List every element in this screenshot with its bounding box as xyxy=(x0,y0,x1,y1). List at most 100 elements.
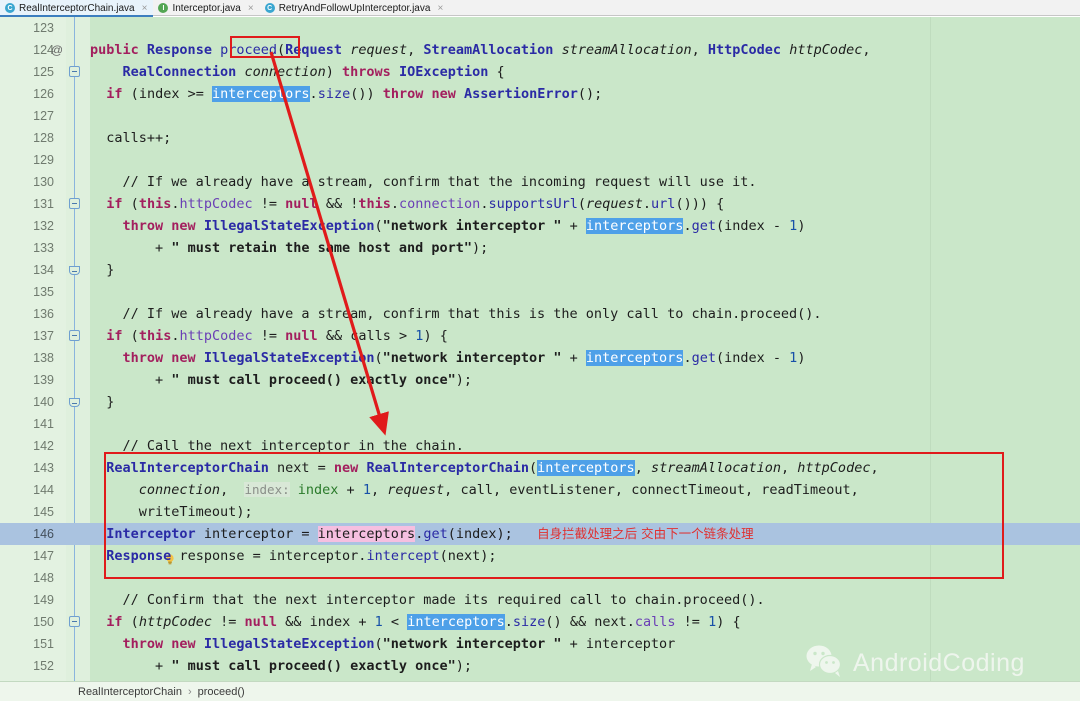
line-number: 133 xyxy=(33,241,54,255)
code-lines: 123 124 @ public Response proceed(Reques… xyxy=(0,17,1080,677)
line-number: 135 xyxy=(33,285,54,299)
line-content: throw new IllegalStateException("network… xyxy=(122,218,806,234)
java-interface-icon: I xyxy=(158,3,169,13)
ide-window: C RealInterceptorChain.java × I Intercep… xyxy=(0,0,1080,701)
code-line[interactable]: 129 xyxy=(0,149,1080,171)
line-content: public Response proceed(Request request,… xyxy=(90,42,871,58)
code-line[interactable]: 134 } xyxy=(0,259,1080,281)
code-line[interactable]: 132 throw new IllegalStateException("net… xyxy=(0,215,1080,237)
line-number: 146 xyxy=(33,527,54,541)
code-line[interactable]: 128 calls++; xyxy=(0,127,1080,149)
tab-label: Interceptor.java xyxy=(172,2,241,14)
line-content: if (this.httpCodec != null && calls > 1)… xyxy=(106,328,448,344)
line-number: 137 xyxy=(33,329,54,343)
breadcrumb: RealInterceptorChain › proceed() xyxy=(0,681,1080,701)
code-line[interactable]: 138 throw new IllegalStateException("net… xyxy=(0,347,1080,369)
code-line[interactable]: 142 // Call the next interceptor in the … xyxy=(0,435,1080,457)
close-icon[interactable]: × xyxy=(437,3,443,14)
tab-retry-and-follow-up-interceptor[interactable]: C RetryAndFollowUpInterceptor.java × xyxy=(260,0,450,16)
code-line-current[interactable]: 146 Interceptor interceptor = intercepto… xyxy=(0,523,1080,565)
code-editor[interactable]: 123 124 @ public Response proceed(Reques… xyxy=(0,17,1080,681)
line-number: 125 xyxy=(33,65,54,79)
code-fold-toggle-icon[interactable] xyxy=(69,198,80,209)
line-number: 150 xyxy=(33,615,54,629)
code-line[interactable]: 143 RealInterceptorChain next = new Real… xyxy=(0,457,1080,479)
code-fold-toggle-icon[interactable] xyxy=(69,66,80,77)
line-number: 134 xyxy=(33,263,54,277)
code-line[interactable]: 145 writeTimeout); xyxy=(0,501,1080,523)
code-line[interactable]: 137 if (this.httpCodec != null && calls … xyxy=(0,325,1080,347)
tab-label: RetryAndFollowUpInterceptor.java xyxy=(278,2,431,14)
parameter-name-hint: index: xyxy=(244,482,290,497)
code-fold-end-icon[interactable] xyxy=(69,266,80,275)
code-fold-toggle-icon[interactable] xyxy=(69,330,80,341)
line-number: 127 xyxy=(33,109,54,123)
code-line[interactable]: 135 xyxy=(0,281,1080,303)
line-number: 124 xyxy=(33,43,54,57)
breadcrumb-method[interactable]: proceed() xyxy=(198,686,245,698)
code-line[interactable]: 139 + " must call proceed() exactly once… xyxy=(0,369,1080,391)
tab-interceptor[interactable]: I Interceptor.java × xyxy=(153,0,259,16)
line-number: 132 xyxy=(33,219,54,233)
tab-label: RealInterceptorChain.java xyxy=(19,2,135,14)
code-fold-toggle-icon[interactable] xyxy=(69,616,80,627)
line-number: 148 xyxy=(33,571,54,585)
line-number: 123 xyxy=(33,21,54,35)
line-number: 141 xyxy=(33,417,54,431)
code-line[interactable]: 149 // Confirm that the next interceptor… xyxy=(0,589,1080,611)
line-content: RealInterceptorChain next = new RealInte… xyxy=(106,460,879,476)
code-line[interactable]: 141 xyxy=(0,413,1080,435)
line-content: // Confirm that the next interceptor mad… xyxy=(90,592,765,608)
code-line[interactable]: 144 connection, index: index + 1, reques… xyxy=(0,479,1080,501)
watermark-text: AndroidCoding xyxy=(853,648,1025,677)
line-number: 136 xyxy=(33,307,54,321)
override-annotation-marker[interactable]: @ xyxy=(48,39,66,61)
java-class-icon: C xyxy=(5,3,15,13)
line-number: 128 xyxy=(33,131,54,145)
chevron-right-icon: › xyxy=(187,685,192,698)
line-number: 140 xyxy=(33,395,54,409)
code-line[interactable]: 147 Response response = interceptor.inte… xyxy=(0,545,1080,567)
watermark: AndroidCoding xyxy=(805,644,1025,681)
line-number: 144 xyxy=(33,483,54,497)
line-content: if (index >= interceptors.size()) throw … xyxy=(106,86,603,102)
code-line[interactable]: 126 if (index >= interceptors.size()) th… xyxy=(0,83,1080,105)
code-line[interactable]: 124 @ public Response proceed(Request re… xyxy=(0,39,1080,61)
code-line[interactable]: 127 xyxy=(0,105,1080,127)
line-content: throw new IllegalStateException("network… xyxy=(122,636,676,652)
line-content: if (httpCodec != null && index + 1 < int… xyxy=(106,614,741,630)
line-number: 131 xyxy=(33,197,54,211)
code-line[interactable]: 136 // If we already have a stream, conf… xyxy=(0,303,1080,325)
line-content: throw new IllegalStateException("network… xyxy=(122,350,806,366)
tab-real-interceptor-chain[interactable]: C RealInterceptorChain.java × xyxy=(0,0,154,17)
line-content: // If we already have a stream, confirm … xyxy=(90,306,822,322)
line-number: 139 xyxy=(33,373,54,387)
editor-tab-bar: C RealInterceptorChain.java × I Intercep… xyxy=(0,0,1080,17)
line-number: 138 xyxy=(33,351,54,365)
code-fold-end-icon[interactable] xyxy=(69,398,80,407)
line-content: Interceptor interceptor = interceptors.g… xyxy=(106,526,754,542)
line-number: 145 xyxy=(33,505,54,519)
code-line[interactable]: 140 } xyxy=(0,391,1080,413)
line-content: if (this.httpCodec != null && !this.conn… xyxy=(106,196,725,212)
code-line[interactable]: 131 if (this.httpCodec != null && !this.… xyxy=(0,193,1080,215)
line-content: Response response = interceptor.intercep… xyxy=(106,548,497,564)
line-content: RealConnection connection) throws IOExce… xyxy=(122,64,505,80)
line-content: writeTimeout); xyxy=(138,504,253,520)
line-number: 143 xyxy=(33,461,54,475)
code-line[interactable]: 133 + " must retain the same host and po… xyxy=(0,237,1080,259)
code-line[interactable]: 150 if (httpCodec != null && index + 1 <… xyxy=(0,611,1080,633)
breadcrumb-class[interactable]: RealInterceptorChain xyxy=(78,686,182,698)
line-number: 151 xyxy=(33,637,54,651)
code-line[interactable]: 123 xyxy=(0,17,1080,39)
close-icon[interactable]: × xyxy=(142,3,148,14)
close-icon[interactable]: × xyxy=(248,3,254,14)
code-line[interactable]: 148 xyxy=(0,567,1080,589)
code-line[interactable]: 130 // If we already have a stream, conf… xyxy=(0,171,1080,193)
line-number: 130 xyxy=(33,175,54,189)
line-content: // If we already have a stream, confirm … xyxy=(90,174,757,190)
code-line[interactable]: 125 RealConnection connection) throws IO… xyxy=(0,61,1080,83)
line-content: // Call the next interceptor in the chai… xyxy=(90,438,464,454)
line-content: } xyxy=(106,262,115,278)
line-content: } xyxy=(106,394,115,410)
